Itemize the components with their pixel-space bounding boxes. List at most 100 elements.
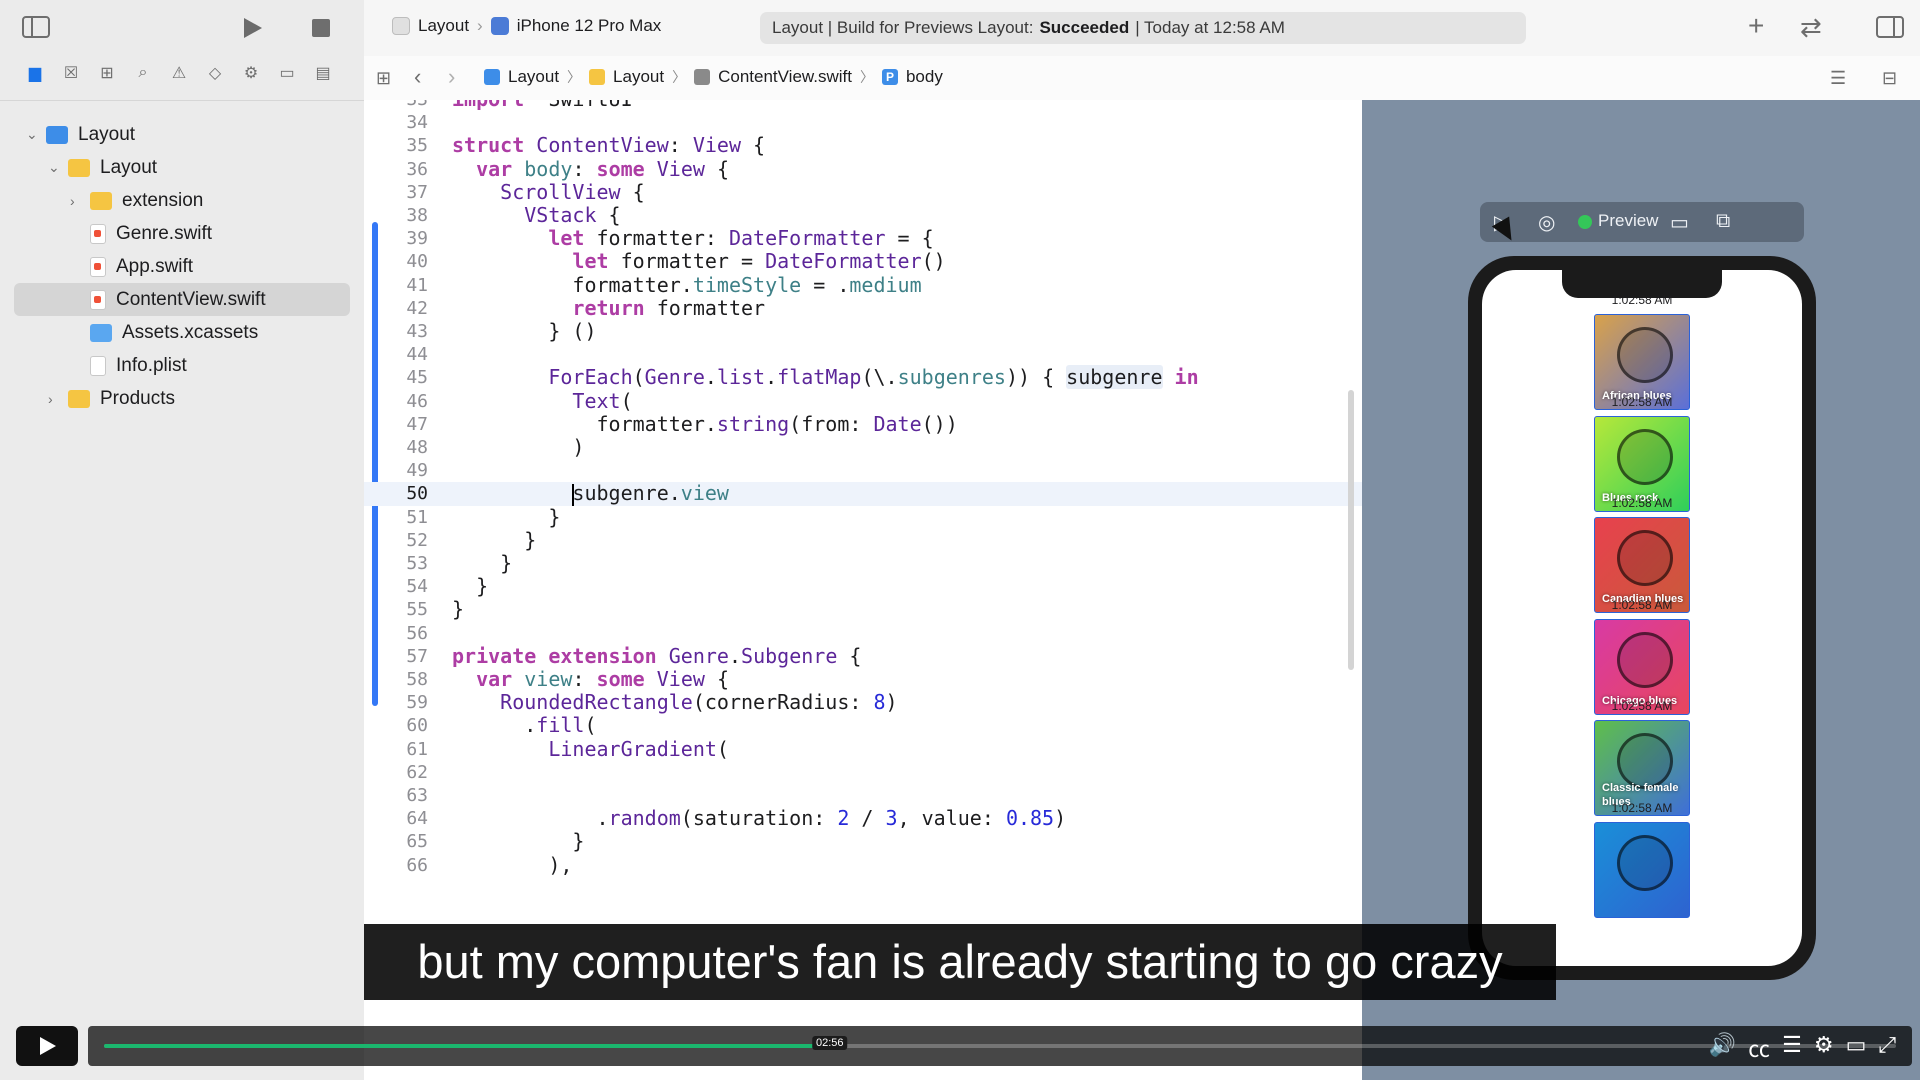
add-icon[interactable]: + <box>1748 10 1764 42</box>
code-token: } <box>452 574 489 599</box>
line-number: 51 <box>406 506 428 528</box>
device-settings-icon[interactable]: ▭ <box>1670 210 1689 235</box>
preview-time: 1:02:58 AM <box>1611 496 1673 510</box>
chevron-right-icon[interactable]: › <box>48 391 53 407</box>
code-text: subgenre.view <box>452 482 729 506</box>
line-number: 46 <box>406 390 428 412</box>
report-icon[interactable]: ▤ <box>312 62 334 84</box>
duplicate-preview-icon[interactable]: ⧉ <box>1716 210 1730 233</box>
test-icon[interactable]: ◇ <box>204 62 226 84</box>
tree-item[interactable]: ⌄ Layout <box>0 151 364 184</box>
transcript-icon[interactable]: ☰ <box>1782 1032 1802 1064</box>
settings-icon[interactable]: ⚙ <box>1814 1032 1834 1064</box>
code-token: { <box>620 179 645 204</box>
captions-icon[interactable]: ㏄ <box>1748 1032 1770 1064</box>
code-token: subgenres <box>897 365 1006 390</box>
code-token: } <box>452 527 537 552</box>
preview-time: 1:02:58 AM <box>1611 699 1673 713</box>
code-token: 8 <box>873 690 886 715</box>
device-frame: 1:02:58 AM African blues 1:02:58 AM Blues r… <box>1468 256 1816 980</box>
editor-options-icon[interactable]: ☰ <box>1830 68 1846 89</box>
back-icon[interactable]: ‹ <box>414 64 421 90</box>
code-token: ) <box>452 435 585 459</box>
related-items-icon[interactable]: ⊞ <box>376 68 391 89</box>
folder-icon[interactable]: ▆ <box>24 62 46 84</box>
device-screen: 1:02:58 AM African blues 1:02:58 AM Blues r… <box>1482 270 1802 966</box>
stop-icon[interactable] <box>312 19 330 37</box>
breadcrumb-item[interactable]: ContentView.swift <box>718 67 852 87</box>
find-icon[interactable]: ⌕ <box>132 62 154 84</box>
symbol-icon[interactable]: ⊞ <box>96 62 118 84</box>
status-time: | Today at 12:58 AM <box>1135 18 1285 37</box>
tree-item[interactable]: Genre.swift <box>0 217 364 250</box>
code-token: { <box>704 156 730 181</box>
run-icon[interactable] <box>238 14 266 42</box>
add-editor-icon[interactable]: ⊟ <box>1882 68 1897 89</box>
progress-fill <box>104 1044 830 1048</box>
video-subtitle: but my computer's fan is already startin… <box>364 924 1556 1000</box>
scheme-selector[interactable]: Layout › iPhone 12 Pro Max <box>392 16 661 36</box>
inspector-toggle-icon[interactable] <box>1876 16 1904 38</box>
editor-scrollbar[interactable] <box>1348 390 1354 670</box>
line-number: 54 <box>406 576 428 598</box>
breakpoint-icon[interactable]: ▭ <box>276 62 298 84</box>
code-token: DateFormatter <box>765 249 922 274</box>
select-mode-icon[interactable]: ◎ <box>1538 210 1555 235</box>
tree-item[interactable]: › Products <box>0 382 364 415</box>
forward-icon[interactable]: › <box>448 64 455 90</box>
project-icon <box>46 125 68 144</box>
code-token: subgenre. <box>572 481 681 506</box>
chevron-right-icon[interactable]: › <box>70 193 75 209</box>
code-text: .random(saturation: 2 / 3, value: 0.85) <box>452 807 1066 830</box>
swap-icon[interactable]: ⇄ <box>1800 12 1822 43</box>
tree-item[interactable]: › extension <box>0 184 364 217</box>
tree-item[interactable]: ContentView.swift <box>14 283 350 316</box>
sidebar-toggle-icon[interactable] <box>22 16 50 38</box>
issue-icon[interactable]: ⚠ <box>168 62 190 84</box>
device-label: iPhone 12 Pro Max <box>516 16 662 35</box>
debug-icon[interactable]: ⚙ <box>240 62 262 84</box>
breadcrumb-item[interactable]: body <box>906 67 943 87</box>
code-text: RoundedRectangle(cornerRadius: 8) <box>452 690 897 715</box>
line-number: 41 <box>406 274 428 296</box>
preview-label[interactable]: Preview <box>1598 211 1658 231</box>
code-token: formatter. <box>452 272 693 297</box>
source-control-icon[interactable]: ☒ <box>60 62 82 84</box>
tree-item[interactable]: App.swift <box>0 250 364 283</box>
code-line: 42 return formatter <box>364 296 1362 320</box>
chevron-down-icon[interactable]: ⌄ <box>26 126 38 143</box>
play-icon[interactable] <box>16 1026 78 1066</box>
line-number: 66 <box>406 854 428 876</box>
code-text: formatter.timeStyle = .medium <box>452 272 921 297</box>
code-token: Date <box>873 411 922 436</box>
tree-item[interactable]: ⌄ Layout <box>0 118 364 151</box>
progress-track[interactable]: 02:56 <box>104 1036 1896 1050</box>
fullscreen-icon[interactable]: ⤢ <box>1878 1032 1896 1064</box>
code-token: some <box>596 667 645 691</box>
line-number: 49 <box>406 460 428 482</box>
line-number: 39 <box>406 228 428 250</box>
tree-item[interactable]: Assets.xcassets <box>0 316 364 349</box>
code-line: 59 RoundedRectangle(cornerRadius: 8) <box>364 691 1362 714</box>
code-token: ( <box>716 736 729 761</box>
code-token: . <box>452 806 609 831</box>
chevron-down-icon[interactable]: ⌄ <box>48 159 60 176</box>
status-prefix: Layout | Build for Previews Layout: <box>772 18 1034 37</box>
tree-item[interactable]: Info.plist <box>0 349 364 382</box>
code-token: View <box>692 133 742 158</box>
volume-icon[interactable]: 🔊 <box>1709 1032 1736 1064</box>
line-number: 64 <box>406 808 428 830</box>
code-token: . <box>765 365 778 390</box>
line-number: 34 <box>406 112 428 134</box>
code-token: } <box>452 504 561 529</box>
breadcrumb-item[interactable]: Layout <box>613 67 664 87</box>
pip-icon[interactable]: ▭ <box>1846 1032 1867 1064</box>
code-token: } <box>452 597 465 622</box>
swift-icon <box>90 223 106 244</box>
code-line: 47 formatter.string(from: Date()) <box>364 411 1362 436</box>
breadcrumb-item[interactable]: Layout <box>508 67 559 87</box>
tree-item-content: extension <box>90 190 203 212</box>
